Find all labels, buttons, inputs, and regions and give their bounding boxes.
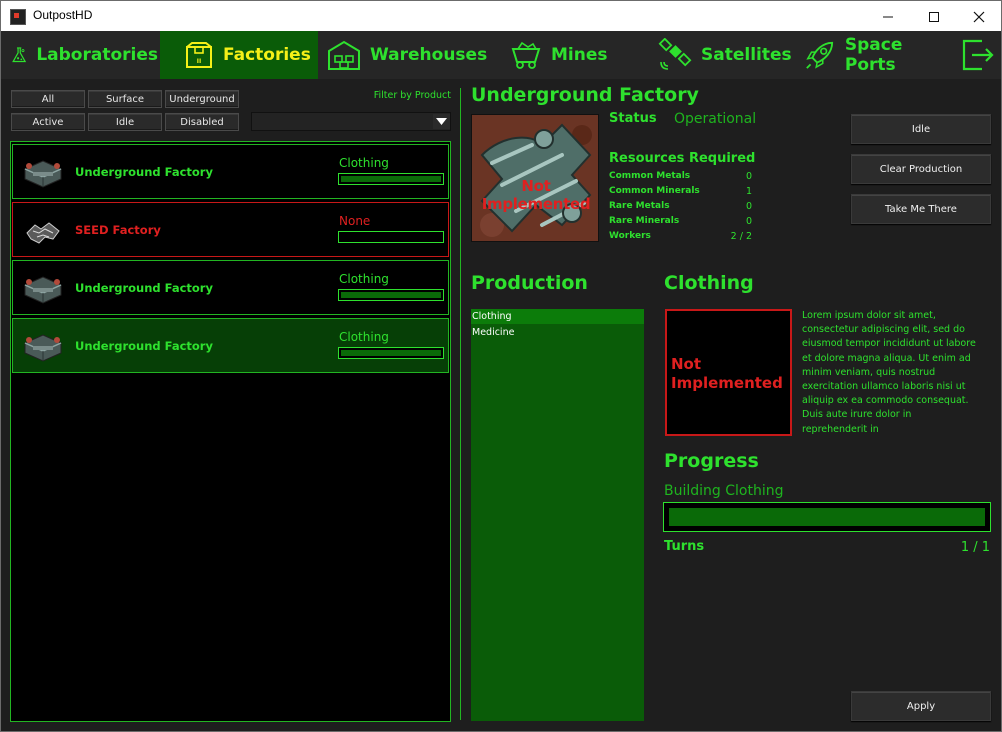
tab-laboratories[interactable]: Laboratories xyxy=(1,31,158,79)
tab-mines[interactable]: Mines xyxy=(488,31,648,79)
status-label: Status xyxy=(609,111,657,126)
resource-label: Rare Metals xyxy=(609,201,670,211)
turns-label: Turns xyxy=(664,539,705,554)
factory-name: Underground Factory xyxy=(75,165,213,179)
factory-box-icon: II xyxy=(186,42,212,68)
factory-name: Underground Factory xyxy=(75,339,213,353)
factory-progress-bar xyxy=(338,173,444,185)
resource-label: Rare Minerals xyxy=(609,216,680,226)
tab-warehouses[interactable]: Warehouses xyxy=(318,31,488,79)
factory-list-item[interactable]: Underground Factory Clothing xyxy=(12,144,449,199)
resource-value: 1 xyxy=(745,186,752,197)
resource-label: Common Metals xyxy=(609,171,691,181)
underground-factory-icon xyxy=(24,160,62,188)
factory-list-item[interactable]: Underground Factory Clothing xyxy=(12,260,449,315)
product-description: Lorem ipsum dolor sit amet, consectetur … xyxy=(802,310,976,435)
panel-divider xyxy=(460,88,461,720)
product-title: Clothing xyxy=(664,272,754,294)
factory-name: Underground Factory xyxy=(75,281,213,295)
factory-progress-bar xyxy=(338,289,444,301)
tab-factories-label: Factories xyxy=(223,45,311,65)
resource-value: 0 xyxy=(745,216,752,227)
building-status-text: Building Clothing xyxy=(664,483,784,499)
production-list-item[interactable]: Medicine xyxy=(471,325,644,340)
production-title: Production xyxy=(471,272,588,294)
minimize-icon[interactable] xyxy=(865,1,911,32)
filter-underground-button[interactable]: Underground xyxy=(165,90,239,108)
tab-satellites-label: Satellites xyxy=(701,45,792,65)
warehouse-icon xyxy=(328,40,360,70)
factory-progress-bar xyxy=(338,231,444,243)
apply-button[interactable]: Apply xyxy=(851,691,991,721)
underground-factory-icon xyxy=(24,334,62,362)
exit-icon[interactable] xyxy=(960,37,996,73)
maximize-icon[interactable] xyxy=(911,1,957,32)
seed-factory-icon xyxy=(26,222,60,244)
factory-production: Clothing xyxy=(339,156,389,170)
resource-label: Common Minerals xyxy=(609,186,700,196)
tab-laboratories-label: Laboratories xyxy=(36,45,158,65)
tab-warehouses-label: Warehouses xyxy=(370,45,488,65)
idle-button[interactable]: Idle xyxy=(851,114,991,144)
factory-list-item[interactable]: SEED Factory None xyxy=(12,202,449,257)
factory-production: Clothing xyxy=(339,272,389,286)
mine-cart-icon xyxy=(511,41,541,69)
factory-production: None xyxy=(339,214,371,228)
production-progress-bar xyxy=(663,502,991,532)
product-image-text-2: Implemented xyxy=(671,374,783,392)
product-image-text-1: Not xyxy=(671,355,702,373)
chevron-down-icon[interactable] xyxy=(433,114,450,129)
nav-tabs: Laboratories II Factories Warehouses Min… xyxy=(1,31,1001,79)
clear-production-button[interactable]: Clear Production xyxy=(851,154,991,184)
tab-space-ports[interactable]: Space Ports xyxy=(792,31,952,79)
tab-space-ports-label: Space Ports xyxy=(844,35,903,75)
production-list-item[interactable]: Clothing xyxy=(471,309,644,324)
window-titlebar: OutpostHD xyxy=(0,0,1002,31)
product-image: Not Implemented xyxy=(665,309,792,436)
factory-name: SEED Factory xyxy=(75,223,161,237)
factory-progress-bar xyxy=(338,347,444,359)
filter-active-button[interactable]: Active xyxy=(11,113,85,131)
progress-title: Progress xyxy=(664,450,759,472)
tab-satellites[interactable]: Satellites xyxy=(648,31,792,79)
resource-label: Workers xyxy=(609,231,651,241)
tab-factories[interactable]: II Factories xyxy=(160,31,318,79)
rocket-icon xyxy=(806,41,834,69)
filter-surface-button[interactable]: Surface xyxy=(88,90,162,108)
app-icon xyxy=(10,9,26,25)
take-me-there-button[interactable]: Take Me There xyxy=(851,194,991,224)
resource-value: 2 / 2 xyxy=(730,231,752,242)
turns-value: 1 / 1 xyxy=(960,540,990,555)
close-icon[interactable] xyxy=(956,1,1002,32)
resource-value: 0 xyxy=(745,201,752,212)
product-filter-dropdown[interactable] xyxy=(251,112,451,131)
filter-idle-button[interactable]: Idle xyxy=(88,113,162,131)
flask-icon xyxy=(12,47,27,63)
status-value: Operational xyxy=(674,111,757,127)
resource-value: 0 xyxy=(745,171,752,182)
production-list[interactable]: Clothing Medicine xyxy=(471,309,644,721)
not-implemented-overlay: Not Implemented xyxy=(481,177,591,213)
svg-text:II: II xyxy=(197,58,201,65)
filter-disabled-button[interactable]: Disabled xyxy=(165,113,239,131)
factory-image: Not Implemented xyxy=(471,114,599,242)
satellite-icon xyxy=(658,38,692,70)
underground-factory-icon xyxy=(24,276,62,304)
resources-required-title: Resources Required xyxy=(609,151,756,166)
filter-all-button[interactable]: All xyxy=(11,90,85,108)
factory-list-item[interactable]: Underground Factory Clothing xyxy=(12,318,449,373)
filter-by-product-label: Filter by Product xyxy=(373,90,451,101)
factory-detail-title: Underground Factory xyxy=(471,84,699,106)
factory-production: Clothing xyxy=(339,330,389,344)
window-title: OutpostHD xyxy=(33,8,93,22)
tab-mines-label: Mines xyxy=(551,45,608,65)
